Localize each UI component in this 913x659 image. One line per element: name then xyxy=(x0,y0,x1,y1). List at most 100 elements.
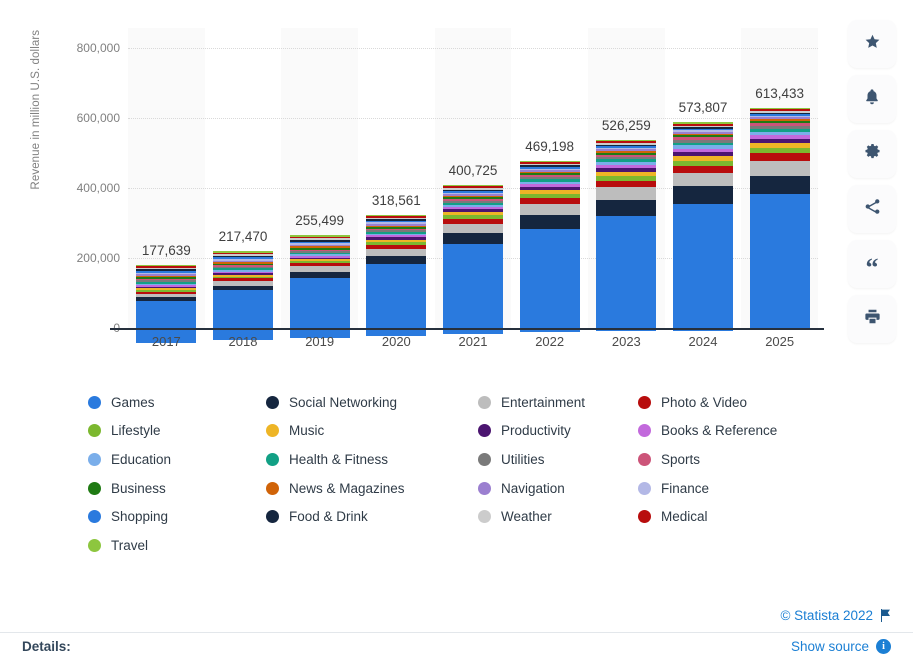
legend-label: Games xyxy=(111,394,155,410)
bar-segment[interactable] xyxy=(443,232,503,245)
bar-total-label: 318,561 xyxy=(371,192,421,208)
bar-column[interactable]: 217,470 xyxy=(213,48,273,341)
bar-segment[interactable] xyxy=(596,180,657,188)
stacked-bar[interactable] xyxy=(213,250,273,341)
bar-column[interactable]: 613,433 xyxy=(749,48,810,331)
bell-icon xyxy=(863,87,881,111)
bar-total-label: 217,470 xyxy=(218,228,268,244)
bar-segment[interactable] xyxy=(519,229,580,333)
legend-label: Photo & Video xyxy=(661,394,748,410)
stacked-bar[interactable] xyxy=(136,264,197,343)
legend-label: Medical xyxy=(661,509,708,525)
legend-item[interactable]: Books & Reference xyxy=(638,417,777,446)
legend-item[interactable]: Business xyxy=(88,474,171,503)
legend-label: News & Magazines xyxy=(289,480,405,496)
legend-color-swatch xyxy=(266,424,279,438)
cite-button[interactable]: “ xyxy=(848,240,896,288)
legend-item[interactable]: Social Networking xyxy=(266,388,405,417)
bar-column[interactable]: 177,639 xyxy=(136,48,197,343)
stacked-bar[interactable] xyxy=(443,184,503,334)
bar-segment[interactable] xyxy=(673,172,733,187)
legend-item[interactable]: Productivity xyxy=(478,417,585,446)
star-icon xyxy=(863,32,882,56)
legend-item[interactable]: Weather xyxy=(478,502,585,531)
print-icon xyxy=(863,307,882,331)
legend-item[interactable]: Health & Fitness xyxy=(266,445,405,474)
stacked-bar[interactable] xyxy=(596,139,657,332)
bar-segment[interactable] xyxy=(366,255,427,264)
bar-segment[interactable] xyxy=(519,215,580,230)
stacked-bar[interactable] xyxy=(289,235,350,339)
legend-column: Photo & Video Books & Reference Sports Fina… xyxy=(638,388,777,531)
bar-segment[interactable] xyxy=(749,161,810,176)
bar-segment[interactable] xyxy=(596,215,657,332)
legend-item[interactable]: Utilities xyxy=(478,445,585,474)
show-source-link[interactable]: Show source i xyxy=(791,639,891,654)
bar-segment[interactable] xyxy=(673,186,733,205)
bar-column[interactable]: 400,725 xyxy=(443,48,503,334)
bar-segment[interactable] xyxy=(213,289,273,341)
legend-item[interactable]: News & Magazines xyxy=(266,474,405,503)
bar-segment[interactable] xyxy=(749,194,810,331)
x-axis-baseline xyxy=(110,328,824,330)
bar-segment[interactable] xyxy=(366,264,427,336)
legend-item[interactable]: Finance xyxy=(638,474,777,503)
print-button[interactable] xyxy=(848,295,896,343)
bar-segment[interactable] xyxy=(443,244,503,334)
copyright-link[interactable]: © Statista 2022 xyxy=(780,608,891,623)
legend-item[interactable]: Navigation xyxy=(478,474,585,503)
bar-column[interactable]: 573,807 xyxy=(673,48,733,331)
bar-total-label: 526,259 xyxy=(601,117,651,133)
bar-column[interactable]: 526,259 xyxy=(596,48,657,332)
footer-divider xyxy=(0,632,913,633)
plot-area: 177,639 217,470 255,499 318,561 400,725 469,1… xyxy=(110,28,824,343)
legend-item[interactable]: Lifestyle xyxy=(88,417,171,446)
legend-item[interactable]: Food & Drink xyxy=(266,502,405,531)
bar-segment[interactable] xyxy=(673,165,733,173)
legend-color-swatch xyxy=(478,510,491,524)
flag-icon xyxy=(880,609,891,622)
legend-item[interactable]: Photo & Video xyxy=(638,388,777,417)
bar-segment[interactable] xyxy=(443,223,503,233)
legend-item[interactable]: Travel xyxy=(88,531,171,560)
x-tick-label: 2023 xyxy=(611,334,641,349)
settings-button[interactable] xyxy=(848,130,896,178)
stacked-bar[interactable] xyxy=(366,214,427,336)
bar-column[interactable]: 469,198 xyxy=(519,48,580,333)
bar-segment[interactable] xyxy=(366,248,427,256)
bar-segment[interactable] xyxy=(673,204,733,331)
stacked-bar[interactable] xyxy=(749,107,810,331)
legend-column: Social Networking Music Health & Fitness Ne… xyxy=(266,388,405,531)
legend-item[interactable]: Medical xyxy=(638,502,777,531)
legend-color-swatch xyxy=(638,395,651,409)
legend-label: Business xyxy=(111,480,166,496)
bar-segment[interactable] xyxy=(519,204,580,216)
legend-label: Books & Reference xyxy=(661,423,778,439)
legend-color-swatch xyxy=(478,452,491,466)
x-tick-label: 2025 xyxy=(765,334,795,349)
bar-segment[interactable] xyxy=(749,175,810,195)
x-tick-label: 2021 xyxy=(458,334,488,349)
bar-column[interactable]: 318,561 xyxy=(366,48,427,336)
bar-segment[interactable] xyxy=(749,153,810,162)
favorite-button[interactable] xyxy=(848,20,896,68)
bar-segment[interactable] xyxy=(596,187,657,200)
stacked-bar[interactable] xyxy=(673,122,733,331)
y-tick-label: 600,000 xyxy=(76,111,120,125)
legend-item[interactable]: Games xyxy=(88,388,171,417)
notification-button[interactable] xyxy=(848,75,896,123)
legend-item[interactable]: Education xyxy=(88,445,171,474)
stacked-bar[interactable] xyxy=(519,160,580,333)
bar-column[interactable]: 255,499 xyxy=(289,48,350,339)
y-axis-tick-labels: 0200,000400,000600,000800,000 xyxy=(40,41,120,335)
legend-color-swatch xyxy=(88,538,101,552)
legend-item[interactable]: Music xyxy=(266,417,405,446)
bar-total-label: 469,198 xyxy=(525,138,575,154)
x-axis-tick-labels: 2017 2018 2019 2020 2021 2022 2023 2024 2025 xyxy=(128,334,818,358)
legend-item[interactable]: Entertainment xyxy=(478,388,585,417)
share-button[interactable] xyxy=(848,185,896,233)
legend-item[interactable]: Sports xyxy=(638,445,777,474)
legend-label: Music xyxy=(289,423,325,439)
bar-segment[interactable] xyxy=(596,199,657,216)
legend-item[interactable]: Shopping xyxy=(88,502,171,531)
